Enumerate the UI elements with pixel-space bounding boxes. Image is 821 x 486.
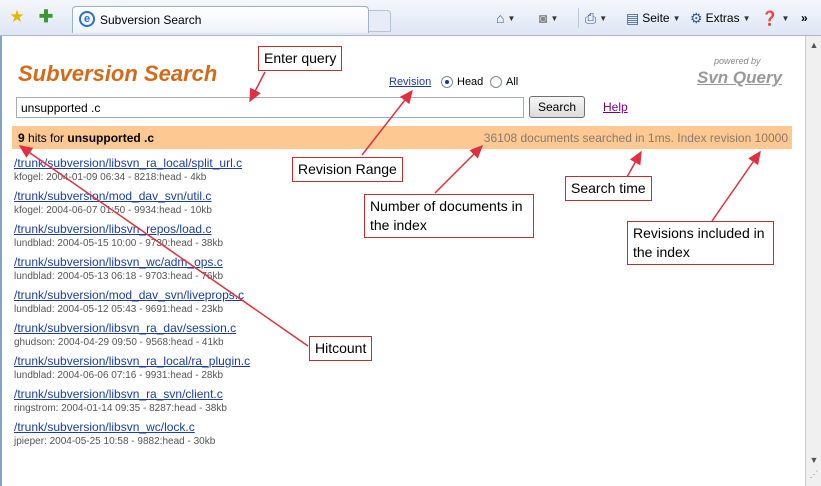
page-menu-label: Seite — [642, 11, 670, 25]
list-item: /trunk/subversion/libsvn_repos/load.clun… — [14, 222, 250, 255]
tools-menu[interactable]: ⚙ Extras ▼ — [690, 9, 751, 27]
result-meta: lundblad: 2004-06-06 07:16 - 9931:head -… — [14, 370, 224, 381]
home-icon: ⌂ — [496, 10, 505, 26]
result-meta: kfogel: 2004-01-09 06:34 - 8218:head - 4… — [14, 172, 207, 183]
result-meta: ringstrom: 2004-01-14 09:35 - 8287:head … — [14, 403, 227, 414]
star-icon[interactable]: ★ — [8, 7, 26, 26]
browser-toolbar: ★ ✚ e Subversion Search ⌂ ▼ ◙ ▼ ⎙ ▼ ▤ Se… — [0, 0, 821, 36]
radio-all-label: All — [506, 76, 519, 88]
svnquery-logo[interactable]: Svn Query — [697, 68, 782, 88]
chevron-more-icon[interactable]: » — [801, 9, 808, 27]
help-link[interactable]: Help — [603, 100, 628, 114]
revision-link[interactable]: Revision — [389, 76, 431, 88]
list-item: /trunk/subversion/mod_dav_svn/util.ckfog… — [14, 189, 250, 222]
result-link[interactable]: /trunk/subversion/libsvn_ra_svn/client.c — [14, 387, 250, 401]
browser-tab[interactable]: e Subversion Search — [72, 6, 369, 33]
radio-all[interactable] — [490, 76, 502, 88]
gear-icon: ⚙ — [690, 9, 703, 26]
callout-search-time: Search time — [565, 176, 652, 201]
result-meta: kfogel: 2004-06-07 01:50 - 9934:head - 1… — [14, 205, 212, 216]
callout-enter-query: Enter query — [258, 46, 343, 71]
callout-documents: Number of documents in the index — [364, 194, 534, 238]
list-item: /trunk/subversion/libsvn_wc/lock.cjpiepe… — [14, 420, 250, 453]
print-button[interactable]: ⎙ ▼ — [585, 9, 607, 27]
search-button[interactable]: Search — [529, 96, 585, 118]
chevron-down-icon: ▼ — [781, 13, 790, 23]
result-meta: jpieper: 2004-05-25 10:58 - 9882:head - … — [14, 436, 216, 447]
result-meta: lundblad: 2004-05-13 06:18 - 9703:head -… — [14, 271, 224, 282]
chevron-down-icon: ▼ — [672, 13, 681, 23]
ie-icon: e — [79, 11, 95, 27]
result-link[interactable]: /trunk/subversion/mod_dav_svn/util.c — [14, 189, 250, 203]
rss-icon: ◙ — [539, 10, 548, 26]
home-button[interactable]: ⌂ ▼ — [496, 9, 515, 27]
result-link[interactable]: /trunk/subversion/libsvn_wc/adm_ops.c — [14, 255, 250, 269]
list-item: /trunk/subversion/libsvn_wc/adm_ops.clun… — [14, 255, 250, 288]
resize-grip-icon[interactable]: ⋰ — [808, 469, 820, 481]
list-item: /trunk/subversion/mod_dav_svn/liveprops.… — [14, 288, 250, 321]
feeds-button[interactable]: ◙ ▼ — [539, 9, 558, 27]
result-link[interactable]: /trunk/subversion/libsvn_ra_local/split_… — [14, 156, 250, 170]
powered-by-text: powered by — [714, 56, 761, 66]
result-meta: ghudson: 2004-04-29 09:50 - 9568:head - … — [14, 337, 224, 348]
chevron-down-icon[interactable]: ▼ — [599, 14, 607, 23]
list-item: /trunk/subversion/libsvn_ra_dav/session.… — [14, 321, 250, 354]
help-icon: ❓ — [761, 9, 779, 26]
result-meta: lundblad: 2004-05-15 10:00 - 9730:head -… — [14, 238, 224, 249]
page-logo: Subversion Search — [18, 61, 218, 86]
search-stats: 36108 documents searched in 1ms. Index r… — [483, 131, 788, 145]
new-tab-button[interactable] — [369, 10, 391, 32]
printer-icon: ⎙ — [585, 9, 597, 26]
list-item: /trunk/subversion/libsvn_ra_svn/client.c… — [14, 387, 250, 420]
result-link[interactable]: /trunk/subversion/libsvn_ra_dav/session.… — [14, 321, 250, 335]
scroll-down-icon[interactable]: ▼ — [808, 454, 820, 466]
tab-title: Subversion Search — [100, 13, 202, 27]
tools-menu-label: Extras — [705, 11, 740, 25]
add-favorite-icon[interactable]: ✚ — [37, 7, 55, 26]
result-link[interactable]: /trunk/subversion/libsvn_repos/load.c — [14, 222, 250, 236]
vertical-scrollbar[interactable]: ▲ ▼ ⋰ — [805, 36, 821, 486]
hits-bar: 9 hits for unsupported .c 36108 document… — [12, 126, 792, 149]
hits-query: unsupported .c — [67, 131, 155, 145]
hitcount-text: 9 hits for unsupported .c — [18, 131, 154, 145]
callout-revisions: Revisions included in the index — [627, 221, 774, 265]
radio-head-label: Head — [457, 76, 484, 88]
chevron-down-icon[interactable]: ▼ — [507, 14, 515, 23]
radio-head[interactable] — [441, 76, 453, 88]
search-input[interactable] — [16, 97, 524, 118]
list-item: /trunk/subversion/libsvn_ra_local/ra_plu… — [14, 354, 250, 387]
result-link[interactable]: /trunk/subversion/mod_dav_svn/liveprops.… — [14, 288, 250, 302]
scroll-up-icon[interactable]: ▲ — [808, 39, 820, 51]
hit-number: 9 — [18, 131, 25, 145]
hits-label: hits for — [24, 131, 68, 145]
callout-revision-range: Revision Range — [292, 157, 403, 182]
result-meta: lundblad: 2004-05-12 05:43 - 9691:head -… — [14, 304, 224, 315]
chevron-down-icon[interactable]: ▼ — [550, 14, 558, 23]
list-item: /trunk/subversion/libsvn_ra_local/split_… — [14, 156, 250, 189]
callout-hitcount: Hitcount — [309, 336, 373, 361]
result-link[interactable]: /trunk/subversion/libsvn_ra_local/ra_plu… — [14, 354, 250, 368]
results-list: /trunk/subversion/libsvn_ra_local/split_… — [14, 156, 250, 453]
page-icon: ▤ — [626, 9, 640, 26]
page-menu[interactable]: ▤ Seite ▼ — [626, 9, 681, 27]
chevron-down-icon: ▼ — [742, 13, 751, 23]
toolbar-divider — [578, 8, 579, 28]
help-menu[interactable]: ❓ ▼ — [761, 9, 789, 27]
result-link[interactable]: /trunk/subversion/libsvn_wc/lock.c — [14, 420, 250, 434]
